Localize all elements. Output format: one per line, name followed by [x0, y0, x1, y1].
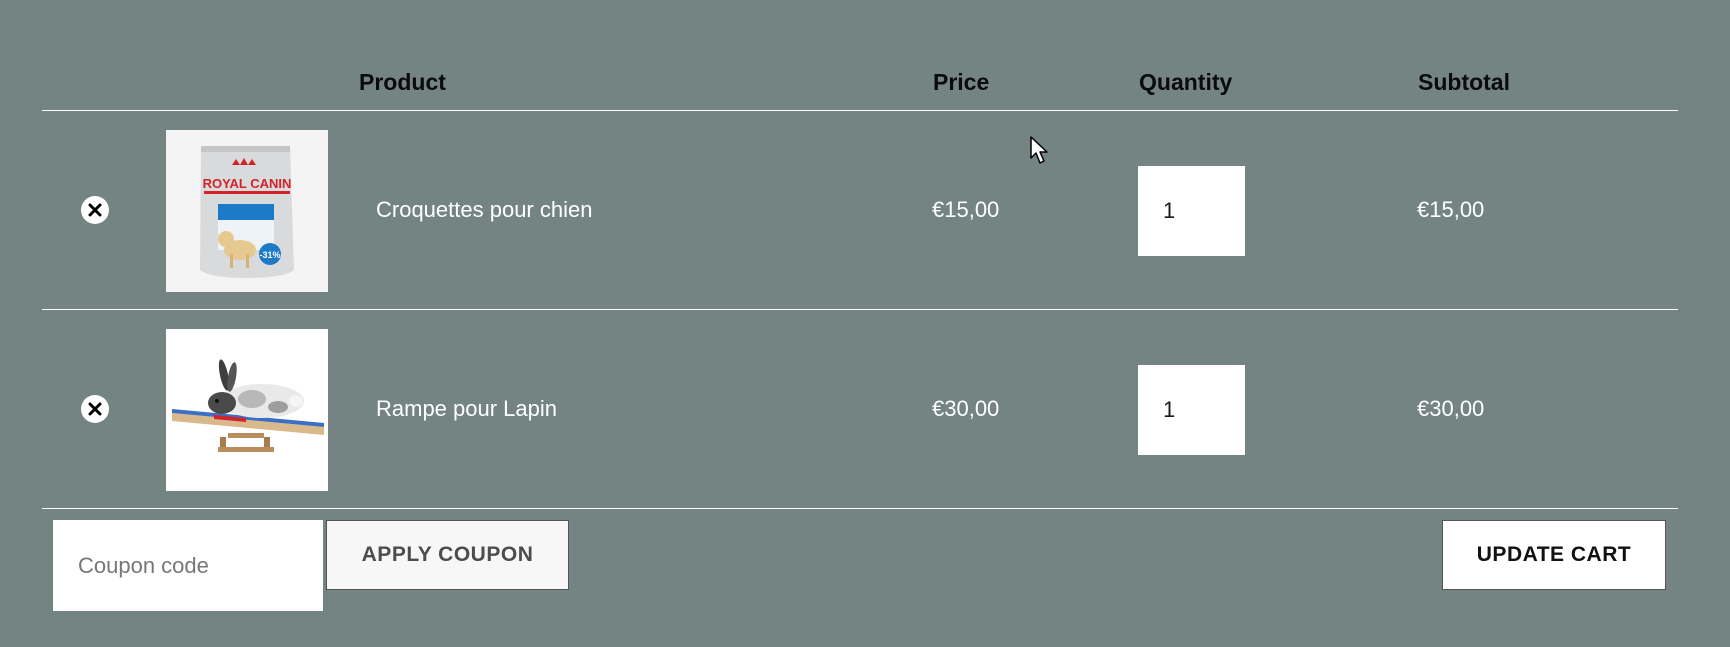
remove-item-button[interactable] — [81, 395, 109, 423]
rabbit-ramp-image — [166, 329, 328, 491]
brand-text: ROYAL CANIN — [203, 176, 292, 191]
product-name-link[interactable]: Rampe pour Lapin — [376, 396, 557, 422]
product-subtotal: €30,00 — [1417, 396, 1485, 421]
quantity-input[interactable] — [1138, 166, 1245, 256]
product-name-link[interactable]: Croquettes pour chien — [376, 197, 592, 223]
header-quantity: Quantity — [1139, 69, 1233, 95]
product-price: €15,00 — [932, 197, 1000, 222]
header-subtotal: Subtotal — [1418, 69, 1510, 95]
row-divider — [42, 508, 1678, 509]
table-row: Rampe pour Lapin €30,00 €30,00 — [42, 310, 1678, 508]
apply-coupon-button[interactable]: APPLY COUPON — [326, 520, 569, 590]
product-thumbnail[interactable] — [166, 329, 328, 491]
table-row: ROYAL CANIN -31% Croquettes pour chien €… — [42, 111, 1678, 309]
mouse-cursor-icon — [1030, 136, 1048, 164]
header-price: Price — [933, 69, 990, 95]
close-icon — [88, 402, 102, 416]
header-product: Product — [359, 69, 446, 95]
dog-food-bag-image: ROYAL CANIN -31% — [166, 130, 328, 292]
discount-badge: -31% — [259, 250, 280, 260]
product-price: €30,00 — [932, 396, 1000, 421]
cart-table: Product Price Quantity Subtotal ROYAL CA… — [42, 0, 1678, 647]
close-icon — [88, 203, 102, 217]
coupon-code-input[interactable] — [53, 520, 323, 611]
product-thumbnail[interactable]: ROYAL CANIN -31% — [166, 130, 328, 292]
product-subtotal: €15,00 — [1417, 197, 1485, 222]
quantity-input[interactable] — [1138, 365, 1245, 455]
update-cart-button[interactable]: UPDATE CART — [1442, 520, 1666, 590]
remove-item-button[interactable] — [81, 196, 109, 224]
